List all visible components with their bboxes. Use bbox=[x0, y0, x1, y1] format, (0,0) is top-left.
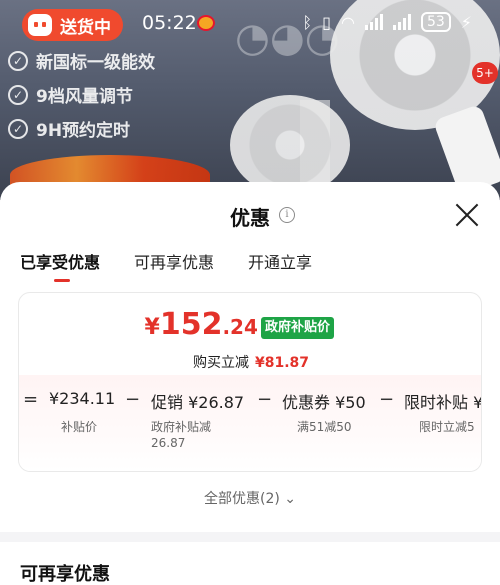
delivery-status-pill[interactable]: 送货中 bbox=[22, 9, 123, 41]
discount-line: 购买立减 ¥81.87 bbox=[19, 352, 481, 372]
feature-item: ✓ 新国标一级能效 bbox=[8, 48, 155, 73]
delivery-label: 送货中 bbox=[60, 17, 111, 38]
final-price: ¥152.24 bbox=[19, 307, 481, 342]
discount-label: 购买立减 bbox=[192, 355, 249, 371]
signal-icon bbox=[364, 14, 383, 30]
price-integer: 152 bbox=[159, 307, 223, 342]
section-divider bbox=[0, 532, 500, 542]
system-icons: ᛒ ▯ ◠ 53 ⚡ bbox=[303, 12, 472, 32]
formula-value: 优惠券 ¥50 bbox=[282, 393, 366, 412]
feature-item: ✓ 9档风量调节 bbox=[8, 82, 133, 107]
formula-desc: 政府补贴减 26.87 bbox=[151, 420, 212, 450]
check-icon: ✓ bbox=[8, 118, 28, 139]
price-decimal: .24 bbox=[222, 315, 258, 339]
tab-activate-offers[interactable]: 开通立享 bbox=[248, 249, 312, 273]
cart-badge: 5+ bbox=[472, 62, 498, 84]
sheet-title: 优惠 bbox=[230, 206, 270, 230]
offer-tabs: 已享受优惠 可再享优惠 开通立享 bbox=[20, 249, 312, 282]
formula-value: 促销 ¥26.87 bbox=[151, 393, 245, 412]
fan-head-image bbox=[230, 95, 350, 195]
delivery-bot-icon bbox=[28, 14, 52, 36]
formula-value: ¥234.11 bbox=[49, 389, 116, 408]
feature-label: 新国标一级能效 bbox=[36, 53, 155, 73]
formula-operator: = bbox=[23, 389, 39, 410]
battery-icon: 53 bbox=[420, 12, 451, 32]
formula-desc: 满51减50 bbox=[297, 420, 352, 434]
vibrate-icon: ▯ bbox=[322, 12, 331, 32]
formula-operator: − bbox=[379, 389, 395, 410]
info-icon[interactable]: i bbox=[279, 207, 295, 223]
feature-label: 9档风量调节 bbox=[36, 87, 133, 107]
currency-symbol: ¥ bbox=[144, 315, 160, 340]
tab-more-offers[interactable]: 可再享优惠 bbox=[134, 249, 214, 273]
clock: 05:22 bbox=[142, 12, 197, 34]
price-formula: = ¥234.11 补贴价 − 促销 ¥26.87 政府补贴减 26.87 − … bbox=[19, 375, 482, 471]
section-title-more-offers: 可再享优惠 bbox=[20, 564, 110, 585]
offers-sheet: 优惠 i 已享受优惠 可再享优惠 开通立享 ¥152.24 政府补贴价 购买立减… bbox=[0, 182, 500, 585]
price-card: ¥152.24 政府补贴价 购买立减 ¥81.87 = ¥234.11 补贴价 −… bbox=[18, 292, 482, 472]
formula-operator: − bbox=[125, 389, 141, 410]
gov-subsidy-tag: 政府补贴价 bbox=[261, 317, 335, 339]
discount-value: ¥81.87 bbox=[254, 355, 310, 371]
check-icon: ✓ bbox=[8, 50, 28, 71]
tab-enjoyed-offers[interactable]: 已享受优惠 bbox=[20, 249, 100, 282]
feature-item: ✓ 9H预约定时 bbox=[8, 116, 130, 141]
bluetooth-icon: ᛒ bbox=[302, 12, 313, 32]
status-bar: 送货中 05:22 ᛒ ▯ ◠ 53 ⚡ bbox=[0, 0, 500, 48]
charging-icon: ⚡ bbox=[460, 12, 472, 32]
formula-operator: − bbox=[257, 389, 273, 410]
signal-icon-2 bbox=[392, 14, 411, 30]
feature-label: 9H预约定时 bbox=[36, 121, 131, 141]
formula-desc: 限时立减5 bbox=[419, 420, 475, 434]
wifi-icon: ◠ bbox=[340, 12, 355, 32]
check-icon: ✓ bbox=[8, 84, 28, 105]
weibo-icon bbox=[197, 15, 215, 31]
formula-value: 限时补贴 ¥ bbox=[404, 393, 482, 412]
all-offers-toggle[interactable]: 全部优惠(2) ⌄ bbox=[0, 488, 500, 508]
formula-desc: 补贴价 bbox=[61, 420, 98, 434]
close-button[interactable] bbox=[454, 202, 480, 228]
